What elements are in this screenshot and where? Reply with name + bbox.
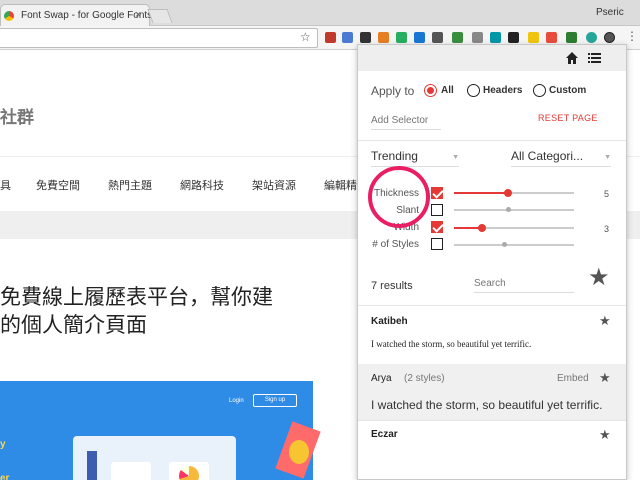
hero-login: Login <box>229 398 244 404</box>
font-name: Eczar <box>371 429 398 440</box>
styles-count-checkbox[interactable] <box>431 238 443 250</box>
nav-item[interactable]: 免費空間 <box>36 177 80 193</box>
font-search-input[interactable] <box>474 275 574 293</box>
category-select-value: All Categori... <box>511 149 584 163</box>
results-count: 7 results <box>371 280 413 292</box>
headline-line-1: 免費線上履歷表平台，幫你建 <box>0 286 273 309</box>
article-headline[interactable]: 免費線上履歷表平台，幫你建 的個人簡介頁面 <box>0 284 330 340</box>
tab-close-icon[interactable]: × <box>135 9 141 21</box>
new-tab-button[interactable] <box>147 9 173 23</box>
chevron-down-icon: ▼ <box>604 154 611 161</box>
category-select[interactable]: All Categori... ▼ <box>511 149 611 167</box>
extension-icon[interactable] <box>472 32 483 43</box>
radio-custom-label[interactable]: Custom <box>549 85 586 96</box>
font-swap-popup: Apply to All Headers Custom RESET PAGE T… <box>357 44 627 480</box>
sort-select[interactable]: Trending ▼ <box>371 149 459 167</box>
embed-button[interactable]: Embed <box>557 373 589 384</box>
font-sample: I watched the storm, so beautiful yet te… <box>371 398 603 412</box>
extension-icon[interactable] <box>490 32 501 43</box>
font-name: Katibeh <box>371 316 408 327</box>
slant-slider[interactable] <box>454 207 574 212</box>
extension-icon[interactable] <box>546 32 557 43</box>
extension-icon[interactable] <box>378 32 389 43</box>
google-favicon-icon <box>4 11 14 21</box>
radio-headers[interactable] <box>467 84 480 97</box>
slider-knob[interactable] <box>504 189 512 197</box>
decorative-shape <box>289 440 309 464</box>
chrome-menu-icon[interactable]: ⋮ <box>626 29 638 43</box>
slider-fill <box>454 192 508 194</box>
favorite-star-icon[interactable]: ★ <box>599 313 611 329</box>
translate-extension-icon[interactable] <box>342 32 353 43</box>
extension-icon[interactable] <box>566 32 577 43</box>
radio-headers-label[interactable]: Headers <box>483 85 522 96</box>
slider-knob[interactable] <box>478 224 486 232</box>
radio-all[interactable] <box>424 84 437 97</box>
browser-tab[interactable]: Font Swap - for Google Fonts × <box>0 4 153 26</box>
width-slider[interactable] <box>454 224 574 232</box>
add-selector-input[interactable] <box>371 112 441 130</box>
font-styles-count: (2 styles) <box>404 373 445 384</box>
extension-icon[interactable] <box>325 32 336 43</box>
slant-checkbox[interactable] <box>431 204 443 216</box>
font-card-arya[interactable]: Arya (2 styles) Embed ★ I watched the st… <box>358 364 626 420</box>
font-card-eczar[interactable]: Eczar ★ <box>358 421 626 461</box>
nav-item[interactable]: 編輯精 <box>324 177 357 193</box>
profile-name[interactable]: Pseric <box>596 7 624 18</box>
sort-select-value: Trending <box>371 149 418 163</box>
mock-card <box>111 462 151 480</box>
bookmark-star-icon[interactable]: ☆ <box>300 30 311 44</box>
chevron-down-icon: ▼ <box>452 154 459 161</box>
divider <box>358 140 626 141</box>
extension-icon[interactable] <box>508 32 519 43</box>
thickness-value: 5 <box>604 189 610 199</box>
popup-header <box>358 45 626 71</box>
hero-signup: Sign up <box>253 394 297 407</box>
favorite-star-icon[interactable]: ★ <box>599 370 611 386</box>
thickness-slider[interactable] <box>454 189 574 197</box>
list-icon[interactable] <box>588 52 601 64</box>
nav-item[interactable]: 網路科技 <box>180 177 224 193</box>
nav-item[interactable]: 熱門主題 <box>108 177 152 193</box>
font-name: Arya <box>371 373 392 384</box>
slider-knob[interactable] <box>506 207 511 212</box>
extension-icon[interactable] <box>586 32 597 43</box>
nav-item[interactable]: 具 <box>0 177 11 193</box>
headline-line-2: 的個人簡介頁面 <box>0 314 147 337</box>
dashboard-illustration <box>73 436 236 480</box>
apply-to-label: Apply to <box>371 84 415 98</box>
pie-chart-icon <box>179 466 199 480</box>
hero-image: Login Sign up y er <box>0 381 313 480</box>
extension-icon[interactable] <box>396 32 407 43</box>
hero-text-fragment: y <box>0 439 6 450</box>
tab-strip: Font Swap - for Google Fonts × Pseric <box>0 0 640 26</box>
site-logo-text[interactable]: 社群 <box>0 103 34 128</box>
nav-item[interactable]: 架站資源 <box>252 177 296 193</box>
extension-icon[interactable] <box>432 32 443 43</box>
reset-page-button[interactable]: RESET PAGE <box>538 113 598 123</box>
width-checkbox[interactable] <box>431 221 443 233</box>
extension-icon[interactable] <box>452 32 463 43</box>
radio-all-label[interactable]: All <box>441 85 454 96</box>
tab-title: Font Swap - for Google Fonts <box>21 10 153 21</box>
radio-custom[interactable] <box>533 84 546 97</box>
styles-count-slider[interactable] <box>454 242 574 247</box>
extension-icon[interactable] <box>414 32 425 43</box>
mock-sidebar <box>87 451 97 480</box>
favorite-star-icon[interactable]: ★ <box>599 427 611 443</box>
address-bar[interactable]: ☆ <box>0 28 318 48</box>
highlight-circle-annotation <box>368 166 430 228</box>
font-card-katibeh[interactable]: Katibeh ★ I watched the storm, so beauti… <box>358 306 626 364</box>
styles-count-label: # of Styles <box>372 239 419 250</box>
font-swap-extension-icon[interactable] <box>604 32 615 43</box>
font-sample: I watched the storm, so beautiful yet te… <box>371 339 532 349</box>
extension-icon[interactable] <box>528 32 539 43</box>
width-value: 3 <box>604 224 610 234</box>
extension-icon[interactable] <box>360 32 371 43</box>
slider-knob[interactable] <box>502 242 507 247</box>
favorites-star-icon[interactable]: ★ <box>588 263 610 292</box>
thickness-checkbox[interactable] <box>431 187 443 199</box>
hero-text-fragment: er <box>0 473 10 480</box>
home-icon[interactable] <box>565 51 579 65</box>
